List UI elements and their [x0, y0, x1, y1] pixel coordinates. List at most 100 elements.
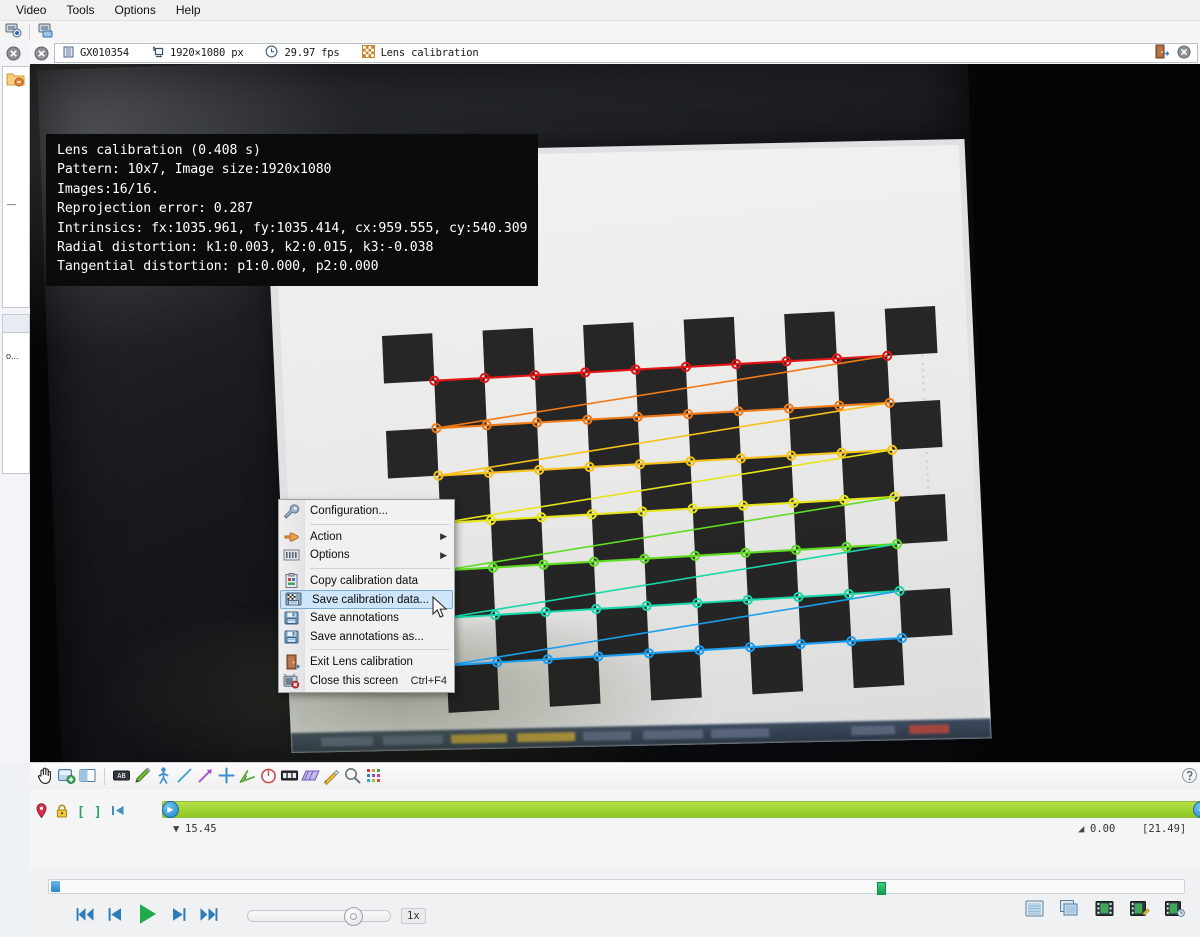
- screen-close-button[interactable]: [30, 42, 52, 64]
- capture-dual-screen-icon[interactable]: [37, 22, 55, 42]
- chronometer-tool-icon[interactable]: [280, 766, 299, 788]
- pencil-tool-icon[interactable]: [133, 766, 152, 788]
- label-tool-icon[interactable]: AB: [112, 766, 131, 788]
- mode-field[interactable]: Lens calibration: [354, 45, 493, 61]
- shortcuts-panel[interactable]: o...: [2, 332, 30, 474]
- magnifier-icon[interactable]: [343, 766, 362, 788]
- toolbar-separator: [29, 24, 30, 40]
- menu-close-this-screen[interactable]: Close this screen Ctrl+F4: [279, 672, 454, 691]
- frame-scroll-thumb[interactable]: [51, 881, 60, 892]
- close-circle-icon[interactable]: [2, 44, 24, 62]
- timeline-range-bar[interactable]: [162, 801, 1200, 818]
- application-body: — o...: [0, 42, 1200, 895]
- paper-side-text: ▪▪▪▪ ▪▪▪▪▪ ▪▪▪▪▪▪ ▪▪▪ ▪▪▪▪▪▪▪▪: [917, 334, 933, 512]
- compare-icon[interactable]: [78, 766, 97, 788]
- clipboard-icon: [282, 573, 302, 590]
- menu-save-annotations[interactable]: Save annotations: [279, 609, 454, 628]
- shortcuts-item-label: o...: [6, 351, 19, 361]
- arrow-tool-icon[interactable]: [196, 766, 215, 788]
- menu-bar: Video Tools Options Help: [0, 0, 1200, 21]
- svg-text:AB: AB: [117, 771, 125, 779]
- keyframe-marker[interactable]: [877, 882, 886, 895]
- angle-tool-icon[interactable]: [238, 766, 257, 788]
- mouse-cursor: [432, 596, 449, 623]
- left-dock-rail: — o...: [0, 42, 31, 762]
- timeline-area: [ ] ▶ ◀ ▼ 15.45 ◢ 0.00 [21.49]: [30, 789, 1200, 870]
- menu-options-sub[interactable]: Options ▶: [279, 546, 454, 565]
- menu-tools[interactable]: Tools: [56, 1, 104, 19]
- menu-exit-lens-calibration-label: Exit Lens calibration: [310, 656, 413, 668]
- bracket-open-icon[interactable]: [: [77, 805, 85, 820]
- save-video-icon[interactable]: [1094, 899, 1116, 919]
- menu-copy-calibration-data[interactable]: Copy calibration data: [279, 572, 454, 591]
- file-name-value: GX010354: [80, 47, 129, 59]
- explorer-panel[interactable]: —: [2, 66, 30, 308]
- main-toolbar: [0, 21, 1200, 44]
- speed-slider-knob[interactable]: [344, 907, 363, 926]
- selection-start-label: 0.00: [1090, 823, 1115, 835]
- menu-save-annotations-as[interactable]: Save annotations as...: [279, 628, 454, 647]
- menu-configuration[interactable]: Configuration...: [279, 502, 454, 521]
- close-circle-icon[interactable]: [1177, 45, 1191, 62]
- speed-value-label: 1x: [401, 908, 426, 924]
- crossmark-tool-icon[interactable]: [217, 766, 236, 788]
- line-tool-icon[interactable]: [175, 766, 194, 788]
- reset-range-icon[interactable]: [111, 804, 125, 820]
- resolution-value: 1920×1080 px: [170, 47, 243, 59]
- menu-action[interactable]: Action ▶: [279, 528, 454, 547]
- frame-scroll-track[interactable]: [48, 879, 1185, 894]
- wrench-icon: [282, 503, 302, 520]
- capture-screen-icon[interactable]: [4, 22, 22, 42]
- last-frame-button[interactable]: [198, 906, 218, 926]
- submenu-arrow-icon: ▶: [440, 550, 454, 561]
- hand-tool-icon[interactable]: [36, 766, 55, 788]
- menu-video[interactable]: Video: [6, 1, 56, 19]
- plane-tool-icon[interactable]: [301, 766, 320, 788]
- bracket-close-icon[interactable]: ]: [94, 805, 102, 820]
- menu-save-annotations-label: Save annotations: [310, 612, 399, 624]
- export-buttons: [1024, 899, 1186, 919]
- first-frame-button[interactable]: [76, 906, 96, 926]
- add-keyframe-icon[interactable]: [57, 766, 76, 788]
- magic-wand-icon[interactable]: [322, 766, 341, 788]
- circle-tool-icon[interactable]: [259, 766, 278, 788]
- menu-exit-lens-calibration[interactable]: Exit Lens calibration: [279, 653, 454, 672]
- options-icon: [282, 547, 302, 564]
- exit-door-icon[interactable]: [1155, 44, 1169, 62]
- video-viewport[interactable]: ▪▪▪▪ ▪▪▪▪▪ ▪▪▪▪▪▪ ▪▪▪ ▪▪▪▪▪▪▪▪: [30, 64, 1200, 762]
- play-button[interactable]: [134, 901, 160, 930]
- help-circle-icon[interactable]: [1181, 767, 1198, 787]
- floppy-icon: [282, 629, 302, 646]
- clock-icon: [265, 45, 278, 61]
- close-screen-icon: [282, 673, 302, 690]
- current-time-caret: ▼: [173, 823, 179, 835]
- previous-frame-button[interactable]: [107, 906, 123, 926]
- folder-icon: [6, 71, 25, 90]
- speed-slider[interactable]: [247, 910, 391, 922]
- menu-close-this-screen-label: Close this screen: [310, 675, 398, 687]
- save-video-dual-icon[interactable]: [1164, 899, 1186, 919]
- posture-tool-icon[interactable]: [154, 766, 173, 788]
- marker-pin-icon[interactable]: [36, 803, 47, 821]
- save-image-sequence-icon[interactable]: [1059, 899, 1081, 919]
- menu-action-label: Action: [310, 531, 342, 543]
- menu-save-calibration-data[interactable]: Save calibration data...: [280, 590, 453, 609]
- timeline-handle-left[interactable]: ▶: [162, 801, 179, 818]
- save-video-slow-icon[interactable]: [1129, 899, 1151, 919]
- menu-help[interactable]: Help: [166, 1, 211, 19]
- lock-icon[interactable]: [56, 804, 68, 821]
- save-image-icon[interactable]: [1024, 899, 1046, 919]
- framerate-field[interactable]: 29.97 fps: [257, 45, 353, 61]
- panel-splitter[interactable]: [2, 314, 30, 333]
- save-calibration-icon: [284, 591, 304, 608]
- next-frame-button[interactable]: [171, 906, 187, 926]
- timeline-track[interactable]: ▶ ◀: [162, 801, 1200, 816]
- menu-options[interactable]: Options: [105, 1, 166, 19]
- transport-controls: 1x: [76, 901, 426, 930]
- file-name-field[interactable]: GX010354: [55, 45, 143, 61]
- hand-pointer-icon: [282, 529, 302, 546]
- resolution-field[interactable]: 1920×1080 px: [143, 45, 257, 61]
- grid-tool-icon[interactable]: [364, 766, 383, 788]
- menu-configuration-label: Configuration...: [310, 505, 388, 517]
- video-workspace: GX010354 1920×1080 px: [30, 42, 1200, 762]
